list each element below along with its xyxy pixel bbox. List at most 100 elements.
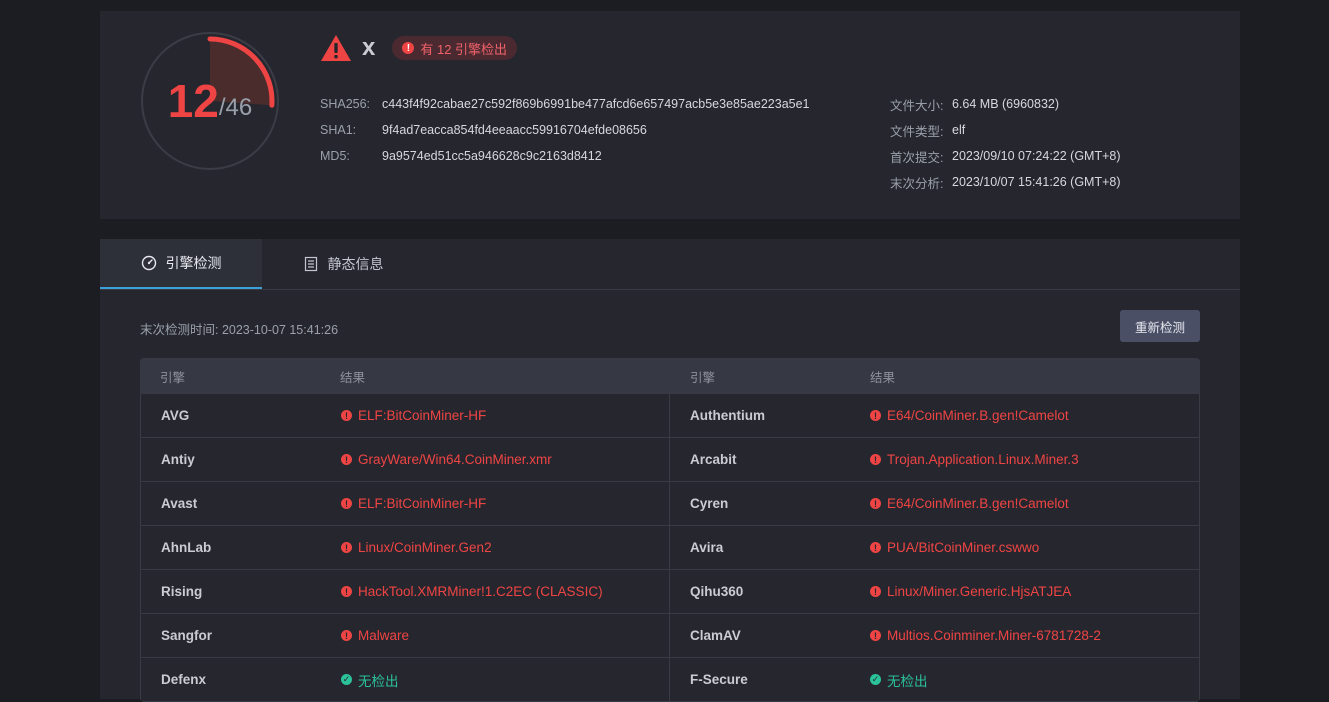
gauge-icon [141, 255, 157, 271]
meta-row-first-submit: 首次提交: 2023/09/10 07:24:22 (GMT+8) [890, 143, 1121, 169]
alert-circle-icon: ! [870, 542, 881, 553]
table-row: Sangfor! Malware ClamAV! Multios.Coinminer.… [140, 614, 1200, 658]
document-icon [303, 256, 319, 272]
hash-label: SHA256: [320, 97, 371, 111]
alert-circle-icon: ! [870, 498, 881, 509]
table-row: Antiy! GrayWare/Win64.CoinMiner.xmr Arcabi… [140, 438, 1200, 482]
hash-label: SHA1: [320, 123, 357, 137]
warning-triangle-icon [320, 34, 352, 62]
rescan-button[interactable]: 重新检测 [1120, 310, 1200, 342]
engine-name: Authentium [690, 408, 765, 423]
engine-result-cell: Rising ! HackTool.XMRMiner!1.C2EC (CLASSIC… [140, 570, 670, 613]
file-summary-card: 12 /46 x ! 有 12 引擎检出 SHA256: c443f4f92ca… [100, 11, 1240, 219]
engine-name: Rising [161, 584, 203, 599]
table-row: AhnLab! Linux/CoinMiner.Gen2 Avira! PUA/Bit… [140, 526, 1200, 570]
engine-result-cell: Arcabit ! Trojan.Application.Linux.Miner.3 [670, 438, 1200, 481]
meta-row-size: 文件大小: 6.64 MB (6960832) [890, 91, 1121, 117]
result-malicious: ! E64/CoinMiner.B.gen!Camelot [870, 496, 1069, 511]
engine-result-cell: ClamAV! Multios.Coinminer.Miner-6781728-2 [670, 614, 1200, 657]
score-total: /46 [218, 94, 253, 121]
engine-name: Avira [690, 540, 724, 555]
alert-circle-icon: ! [870, 586, 881, 597]
engine-name: Arcabit [690, 452, 737, 467]
result-malicious: ! Trojan.Application.Linux.Miner.3 [870, 452, 1079, 467]
hash-value[interactable]: 9f4ad7eacca854fd4eeaacc59916704efde08656 [382, 123, 647, 137]
header-engine: 引擎 [690, 370, 716, 385]
score-detected: 12 [167, 75, 219, 127]
hash-label: MD5: [320, 149, 350, 163]
engine-result-cell: F-Secure ✓ 无检出 [670, 658, 1200, 701]
hash-value[interactable]: 9a9574ed51cc5a946628c9c2163d8412 [382, 149, 602, 163]
engine-result-cell: Qihu360 ! Linux/Miner.Generic.HjsATJEA [670, 570, 1200, 613]
file-meta-list: 文件大小: 6.64 MB (6960832) 文件类型: elf 首次提交: … [890, 91, 1121, 195]
engine-result-cell: Avast! ELF:BitCoinMiner-HF [140, 482, 670, 525]
result-malicious: ! PUA/BitCoinMiner.cswwo [870, 540, 1039, 555]
result-text: 无检出 [887, 673, 928, 689]
table-row: Rising ! HackTool.XMRMiner!1.C2EC (CLASSIC… [140, 570, 1200, 614]
result-clean: ✓ 无检出 [870, 670, 928, 690]
alert-circle-icon: ! [341, 454, 352, 465]
detection-toolbar: 末次检测时间: 2023-10-07 15:41:26 重新检测 [140, 310, 1200, 342]
engine-name: AVG [161, 408, 190, 423]
detection-gauge: 12 /46 [140, 31, 280, 171]
check-circle-icon: ✓ [341, 674, 352, 685]
tab-label: 引擎检测 [165, 255, 222, 271]
result-text: Linux/CoinMiner.Gen2 [358, 540, 492, 555]
alert-circle-icon: ! [870, 630, 881, 641]
engine-result-cell: Cyren! E64/CoinMiner.B.gen!Camelot [670, 482, 1200, 525]
engine-name: Antiy [161, 452, 195, 467]
engine-result-cell: AVG ! ELF:BitCoinMiner-HF [140, 394, 670, 437]
meta-label: 文件大小: [890, 98, 944, 113]
result-malicious: ! ELF:BitCoinMiner-HF [341, 496, 486, 511]
badge-text: 有 12 引擎检出 [420, 41, 508, 57]
engine-results-table: 引擎 结果 引擎 结果 AVG! ELF:BitCoinMiner-HF Authe… [140, 358, 1200, 702]
hash-value[interactable]: c443f4f92cabae27c592f869b6991be477afcd6e… [382, 97, 810, 111]
engine-result-cell: Authentium! E64/CoinMiner.B.gen!Camelot [670, 394, 1200, 437]
alert-circle-icon: ! [341, 542, 352, 553]
header-result: 结果 [870, 370, 896, 385]
result-text: Multios.Coinminer.Miner-6781728-2 [887, 628, 1101, 643]
result-malicious: ! Linux/Miner.Generic.HjsATJEA [870, 584, 1071, 599]
header-result: 结果 [340, 370, 366, 385]
engine-result-cell: Defenx ✓ 无检出 [140, 658, 670, 701]
header-engine: 引擎 [160, 370, 186, 385]
result-clean: ✓ 无检出 [341, 670, 399, 690]
table-row: Defenx ✓ 无检出 F-Secure ✓ 无检出 [140, 658, 1200, 702]
tab-static-info[interactable]: 静态信息 [262, 239, 424, 289]
engine-name: ClamAV [690, 628, 741, 643]
result-text: PUA/BitCoinMiner.cswwo [887, 540, 1040, 555]
result-malicious: ! HackTool.XMRMiner!1.C2EC (CLASSIC) [341, 584, 603, 599]
result-text: ELF:BitCoinMiner-HF [358, 496, 487, 511]
hash-row-sha256: SHA256: c443f4f92cabae27c592f869b6991be4… [320, 91, 810, 117]
engine-result-cell: Sangfor! Malware [140, 614, 670, 657]
result-text: E64/CoinMiner.B.gen!Camelot [887, 496, 1069, 511]
last-scan-time: 末次检测时间: 2023-10-07 15:41:26 [140, 323, 339, 337]
engine-name: Cyren [690, 496, 729, 511]
hash-row-md5: MD5: 9a9574ed51cc5a946628c9c2163d8412 [320, 143, 810, 169]
result-malicious: ! Multios.Coinminer.Miner-6781728-2 [870, 628, 1101, 643]
check-circle-icon: ✓ [870, 674, 881, 685]
meta-label: 末次分析: [890, 176, 944, 191]
result-text: E64/CoinMiner.B.gen!Camelot [887, 408, 1069, 423]
result-text: GrayWare/Win64.CoinMiner.xmr [358, 452, 552, 467]
tab-engine-detection[interactable]: 引擎检测 [100, 239, 262, 289]
meta-value: 2023/10/07 15:41:26 (GMT+8) [952, 175, 1121, 189]
engine-name: Qihu360 [690, 584, 744, 599]
file-title-row: x ! 有 12 引擎检出 [320, 34, 518, 62]
alert-circle-icon: ! [341, 586, 352, 597]
table-row: Avast! ELF:BitCoinMiner-HF Cyren! E64/CoinM… [140, 482, 1200, 526]
tab-label: 静态信息 [327, 256, 384, 272]
result-text: Trojan.Application.Linux.Miner.3 [887, 452, 1079, 467]
meta-value: elf [952, 123, 966, 137]
meta-label: 文件类型: [890, 124, 944, 139]
result-malicious: ! ELF:BitCoinMiner-HF [341, 408, 486, 423]
alert-circle-icon: ! [341, 630, 352, 641]
table-header: 引擎 结果 引擎 结果 [140, 358, 1200, 394]
alert-circle-icon: ! [870, 410, 881, 421]
meta-row-type: 文件类型: elf [890, 117, 1121, 143]
result-malicious: ! E64/CoinMiner.B.gen!Camelot [870, 408, 1069, 423]
engine-name: F-Secure [690, 672, 748, 687]
engine-name: Defenx [161, 672, 207, 687]
tab-bar: 引擎检测 静态信息 [100, 239, 1240, 290]
detection-panel: 引擎检测 静态信息 末次检测时间: 2023-10-07 15:41:26 重新… [100, 239, 1240, 702]
